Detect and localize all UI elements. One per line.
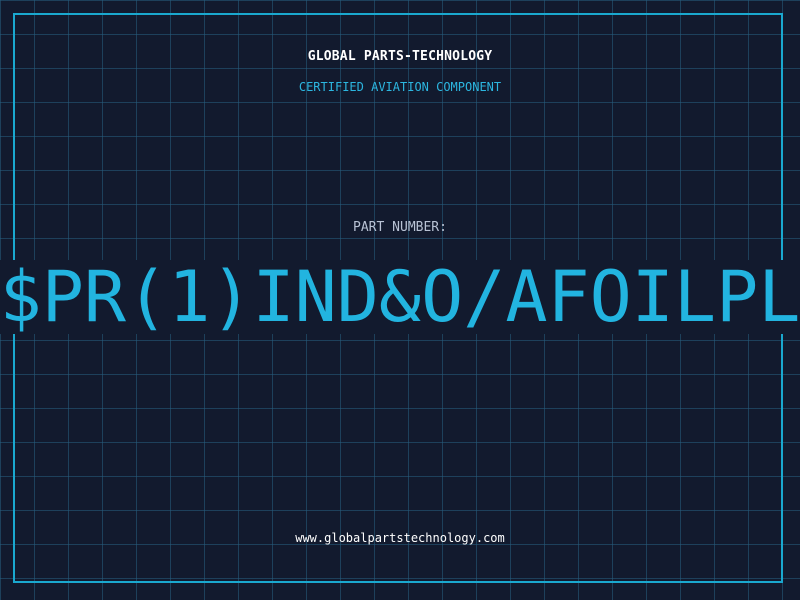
company-name: GLOBAL PARTS-TECHNOLOGY <box>307 49 493 64</box>
certificate-card: GLOBAL PARTS-TECHNOLOGY CERTIFIED AVIATI… <box>0 0 800 600</box>
certification-tagline: CERTIFIED AVIATION COMPONENT <box>298 80 502 94</box>
part-number-label: PART NUMBER: <box>353 220 447 235</box>
part-number-band: $PR(1)IND&O/AFOILPL <box>0 260 800 334</box>
part-number-value: $PR(1)IND&O/AFOILPL <box>0 260 800 334</box>
website-url[interactable]: www.globalpartstechnology.com <box>0 531 800 545</box>
